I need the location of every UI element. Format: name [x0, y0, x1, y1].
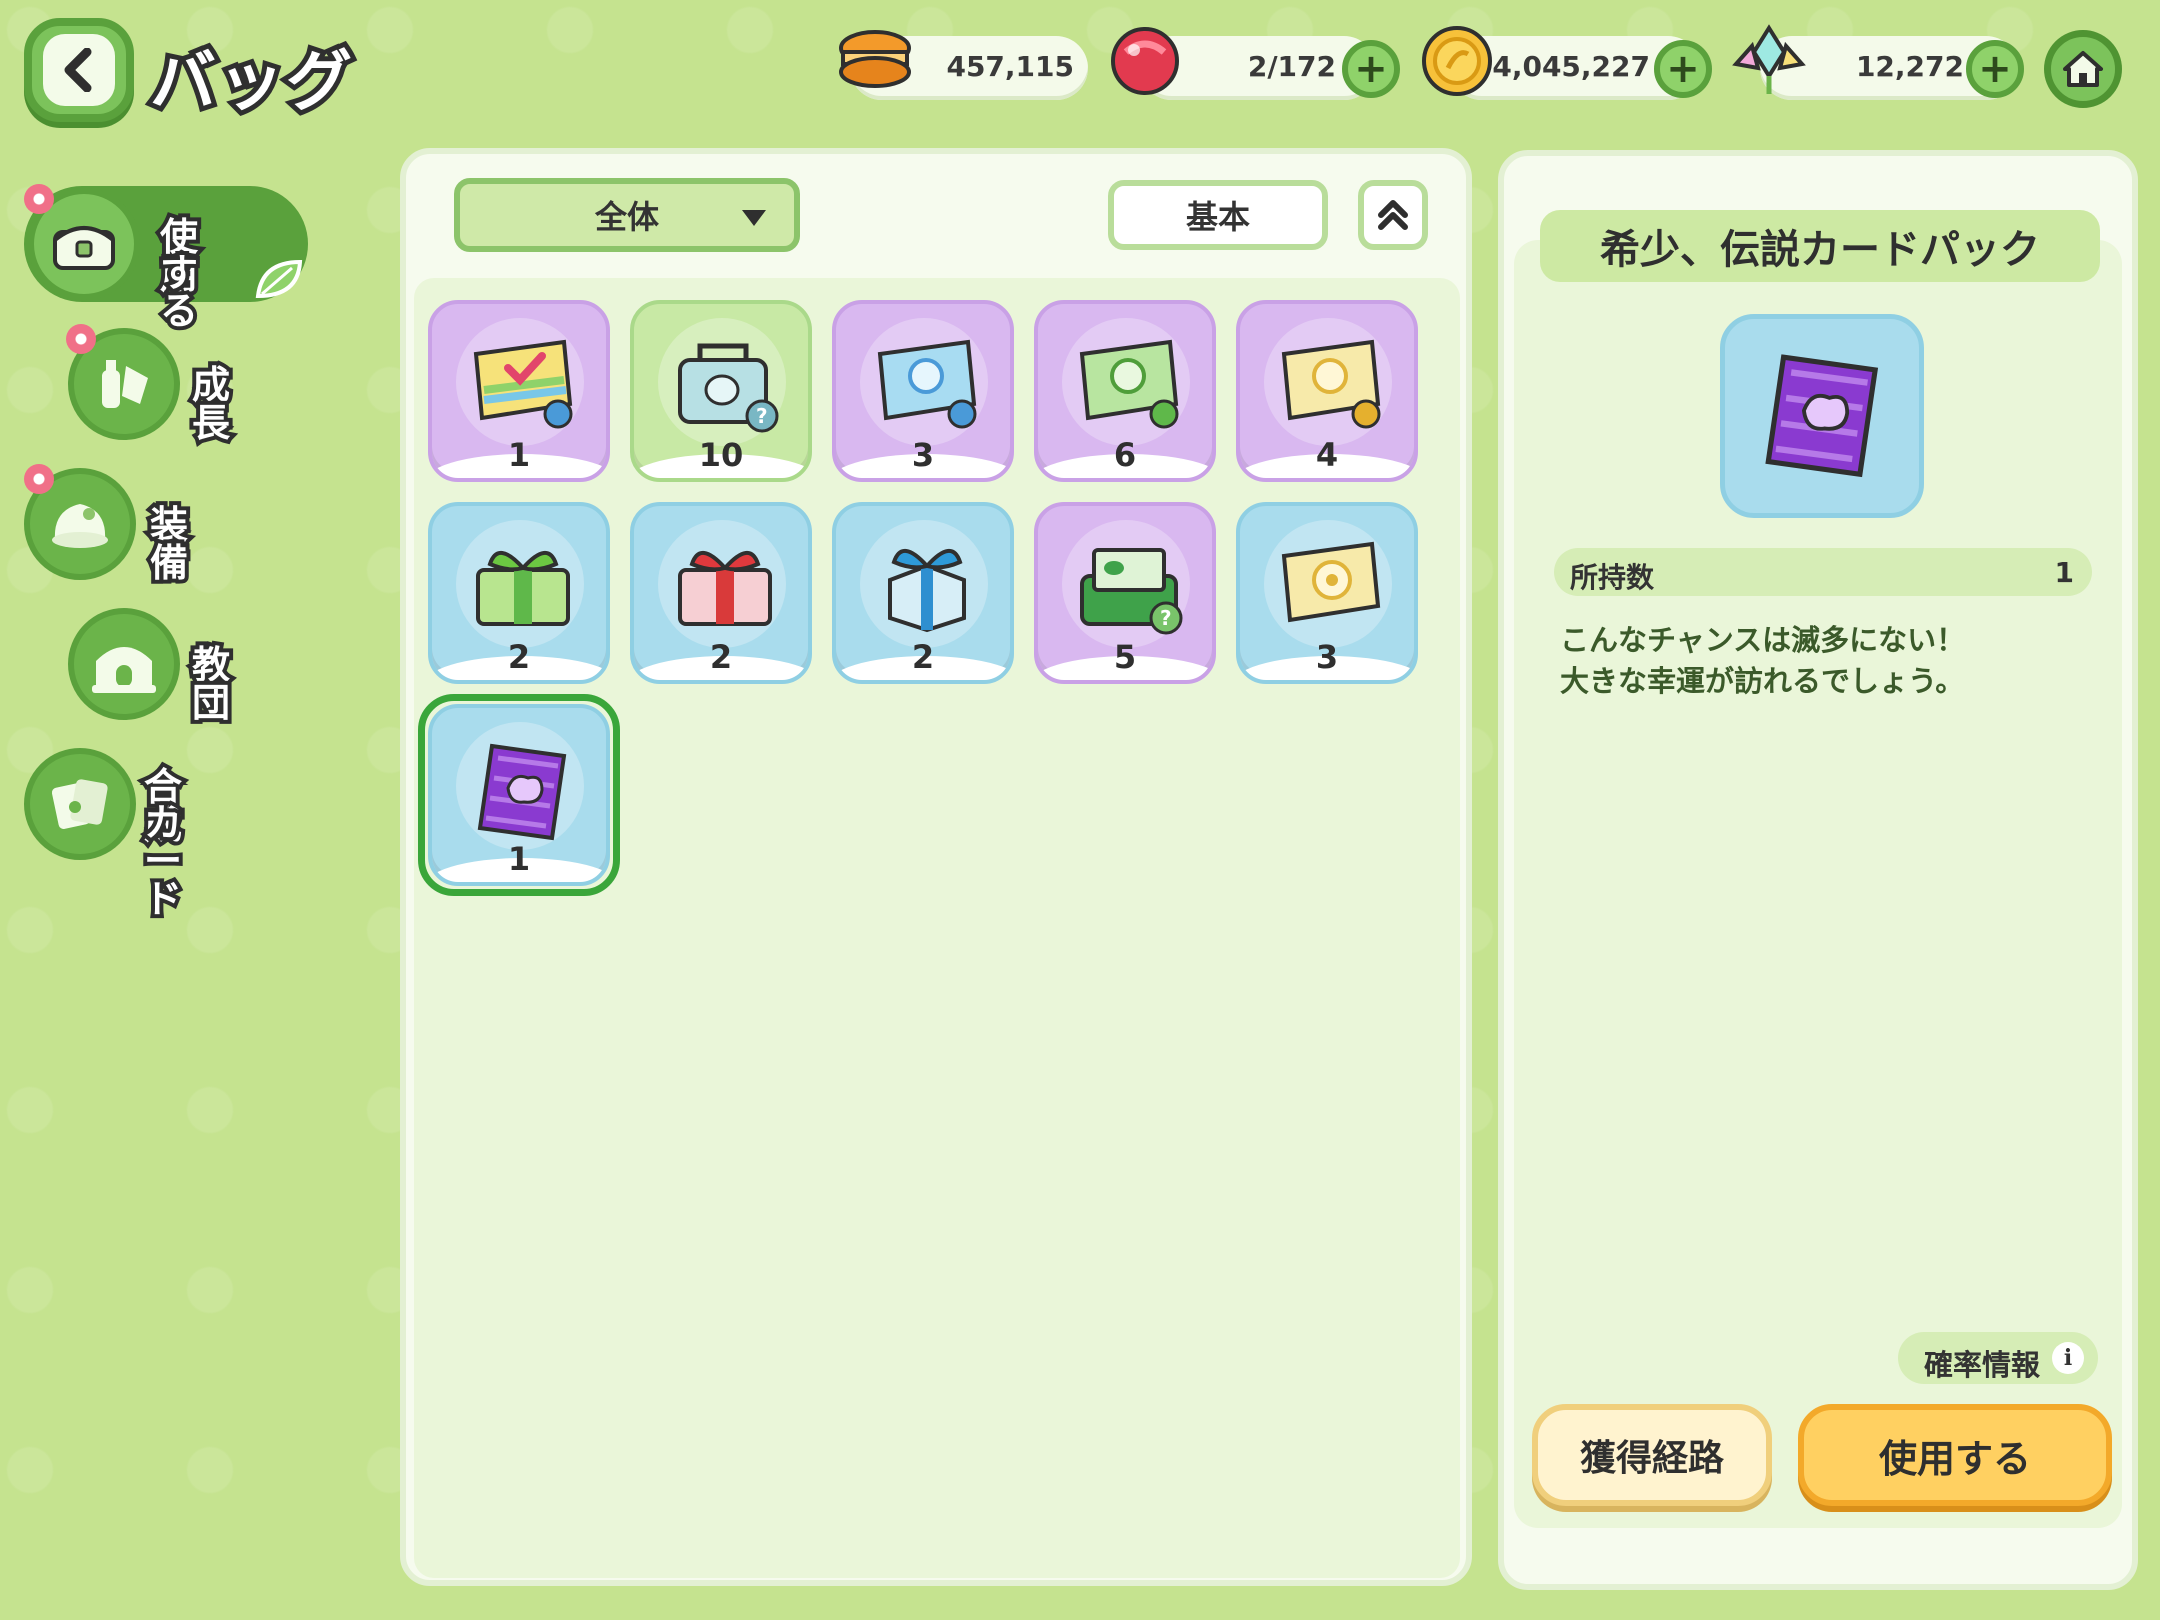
home-button[interactable]	[2044, 30, 2122, 108]
sidebar-item-equip-label: 装備	[146, 502, 192, 586]
owned-value: 1	[2054, 556, 2074, 589]
coin-count: 4,045,227	[1492, 50, 1650, 83]
item-slot[interactable]: ? 5	[1034, 502, 1216, 684]
probability-label: 確率情報	[1924, 1348, 2041, 1382]
detail-panel: 希少、伝説カードパック 所持数 1 こんなチャンスは滅多にない！ 大きな幸運が訪…	[1498, 150, 2138, 1590]
item-slot[interactable]: 2	[630, 502, 812, 684]
coin-plus-button[interactable]: +	[1654, 40, 1712, 98]
inventory-panel: 全体 基本 1 ? 10 3 6 4 2 2 2 ? 5 3 1	[400, 148, 1472, 1586]
sidebar-item-use-line2: する	[156, 250, 202, 334]
item-slot[interactable]: 1	[428, 300, 610, 482]
item-slot[interactable]: 2	[428, 502, 610, 684]
item-name: 希少、伝説カードパック	[1540, 210, 2100, 282]
card-pack-icon	[1765, 354, 1879, 478]
sort-button[interactable]: 基本	[1108, 180, 1328, 250]
candy-count: 2/172	[1247, 50, 1336, 83]
coin-icon	[1418, 22, 1496, 104]
info-icon: i	[2052, 1342, 2084, 1374]
filter-value: 全体	[594, 198, 659, 236]
svg-text:?: ?	[1160, 606, 1172, 630]
item-qty: 10	[698, 436, 744, 474]
item-slot[interactable]: ? 10	[630, 300, 812, 482]
leaf-icon	[252, 256, 306, 308]
sidebar-item-cult-label: 教団	[188, 642, 234, 726]
crystal-plus-button[interactable]: +	[1966, 40, 2024, 98]
blue-ticket-icon	[877, 339, 977, 429]
owned-label: 所持数	[1570, 561, 1655, 594]
yellow-ticket-icon	[1281, 541, 1381, 623]
red-gift-icon	[678, 551, 772, 626]
collapse-button[interactable]	[1358, 180, 1428, 250]
chevron-down-icon	[742, 210, 766, 226]
sort-label: 基本	[1185, 198, 1250, 236]
selection-ring	[418, 694, 620, 896]
home-icon	[2063, 51, 2103, 87]
item-qty: 1	[507, 436, 531, 474]
page-title: バッグ	[145, 38, 357, 125]
candy-icon	[1106, 22, 1184, 104]
item-slot[interactable]: 2	[832, 502, 1014, 684]
filter-dropdown[interactable]: 全体	[454, 178, 800, 252]
cards-icon	[24, 748, 136, 860]
green-gift-icon	[476, 551, 570, 626]
flower-badge-icon	[66, 324, 96, 354]
double-chevron-up-icon	[1378, 200, 1408, 230]
item-qty: 2	[911, 638, 935, 676]
candy-plus-button[interactable]: +	[1342, 40, 1400, 98]
flower-badge-icon	[24, 464, 54, 494]
green-ticket-icon	[1079, 339, 1179, 429]
item-qty: 5	[1113, 638, 1137, 676]
sidebar-item-growth-label: 成長	[188, 362, 234, 446]
svg-text:?: ?	[756, 404, 768, 428]
use-button[interactable]: 使用する	[1798, 1404, 2112, 1506]
rainbow-ticket-icon	[473, 339, 573, 429]
blue-gift-icon	[888, 549, 966, 633]
acquisition-route-button[interactable]: 獲得経路	[1532, 1404, 1772, 1506]
flower-badge-icon	[24, 184, 54, 214]
card-case-icon: ?	[1080, 548, 1183, 635]
sidebar-item-synthesis-line2: カード	[140, 800, 186, 922]
temple-icon	[68, 608, 180, 720]
item-qty: 2	[507, 638, 531, 676]
item-qty: 2	[709, 638, 733, 676]
crystal-icon	[1728, 22, 1810, 102]
crystal-count: 12,272	[1855, 50, 1964, 83]
item-description: こんなチャンスは滅多にない！ 大きな幸運が訪れるでしょう。	[1560, 623, 1966, 698]
item-qty: 3	[911, 436, 935, 474]
item-qty: 3	[1315, 638, 1339, 676]
item-slot[interactable]: 3	[1236, 502, 1418, 684]
owned-count-row: 所持数 1	[1554, 548, 2092, 596]
probability-info-button[interactable]: 確率情報 i	[1898, 1332, 2098, 1384]
item-grid: 1 ? 10 3 6 4 2 2 2 ? 5 3 1	[414, 278, 1460, 1578]
item-slot[interactable]: 4	[1236, 300, 1418, 482]
item-slot[interactable]: 3	[832, 300, 1014, 482]
item-slot[interactable]: 6	[1034, 300, 1216, 482]
item-qty: 4	[1315, 436, 1339, 474]
back-arrow-icon	[43, 34, 115, 106]
back-button[interactable]	[24, 18, 134, 122]
item-qty: 6	[1113, 436, 1137, 474]
mystery-box-icon: ?	[678, 343, 779, 433]
macaron-count: 457,115	[946, 50, 1074, 83]
gold-ticket-icon	[1281, 339, 1381, 429]
detail-item-frame	[1720, 314, 1924, 518]
macaron-icon	[838, 28, 912, 96]
